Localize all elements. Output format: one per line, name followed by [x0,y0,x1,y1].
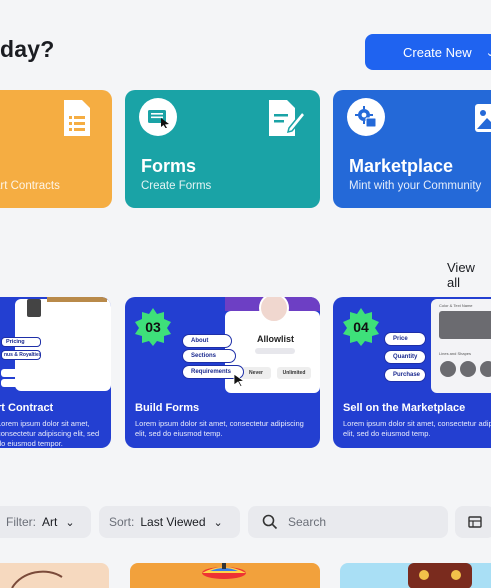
allowlist-title: Allowlist [257,334,295,344]
featured-title: Sell on the Marketplace [343,402,466,414]
category-subtitle: Mint with your Community [349,180,482,192]
featured-card-forms[interactable]: Allowlist Never Unlimited 03 About Secti… [125,297,320,448]
sort-dropdown[interactable]: Sort: Last Viewed ⌄ [99,506,240,538]
category-card-contracts[interactable]: t art Contracts [0,90,112,208]
shape-circle [460,361,476,377]
page-title: day? [0,36,55,62]
create-new-label: Create New [403,44,472,60]
grid-view-toggle[interactable] [455,506,491,538]
editor-label: Lines and Shapes [439,351,472,356]
sort-value: Last Viewed [140,515,206,529]
category-subtitle: art Contracts [0,180,60,192]
mockup-pill-quantity: Quantity [385,351,425,363]
form-edit-icon [269,100,307,136]
featured-card-contract[interactable]: Pricing nus & Royalties rt Contract Lore… [0,297,111,448]
chevron-down-icon: ⌄ [213,516,223,529]
mockup-pill-about: About [183,335,231,347]
document-list-icon [64,100,90,136]
category-card-forms[interactable]: Forms Create Forms [125,90,320,208]
editor-preview [439,311,491,339]
chevron-down-icon: ⌄ [485,46,491,59]
search-input[interactable]: Search [248,506,448,538]
featured-description: Lorem ipsum dolor sit amet, consectetur … [0,419,100,448]
create-new-button[interactable]: Create New ⌄ [365,34,491,70]
nft-thumbnail[interactable] [0,563,109,588]
featured-title: Build Forms [135,402,200,414]
mockup-field [1,379,23,387]
sketch-artwork-icon [11,570,63,588]
mockup-thumbnails [47,297,107,302]
category-card-marketplace[interactable]: Marketplace Mint with your Community [333,90,491,208]
image-gallery-icon [475,104,491,132]
mockup-pill-price: Price [385,333,425,345]
featured-title: rt Contract [0,402,54,414]
step-number: 03 [145,319,161,335]
featured-description: Lorem ipsum dolor sit amet, consectetur … [343,419,491,438]
filter-value: Art [42,515,58,529]
featured-card-marketplace[interactable]: Color & Text Name Lines and Shapes 04 Pr… [333,297,491,448]
propeller-hat-icon [202,563,246,579]
step-number: 04 [353,319,369,335]
mockup-unlimited-button: Unlimited [277,367,311,379]
mockup-field [255,348,295,354]
view-all-link[interactable]: View all [447,260,491,290]
mockup-never-button: Never [241,367,271,379]
filter-dropdown[interactable]: Filter: Art ⌄ [0,506,91,538]
nft-thumbnail[interactable] [130,563,320,588]
mockup-pill-purchase: Purchase [385,369,425,381]
mockup-pricing-label: Pricing [1,337,41,347]
gear-badge-icon [347,98,385,136]
search-icon [262,514,278,530]
featured-description: Lorem ipsum dolor sit amet, consectetur … [135,419,304,438]
form-cursor-icon [139,98,177,136]
nft-thumbnail[interactable] [340,563,491,588]
sort-label: Sort: [109,515,135,529]
mockup-pill-sections: Sections [183,350,235,362]
category-subtitle: Create Forms [141,180,212,192]
filter-label: Filter: [6,515,36,529]
editor-label: Color & Text Name [439,303,473,308]
shape-circle [440,361,456,377]
mockup-field [1,369,31,377]
category-title: Marketplace [349,156,454,176]
cursor-icon [233,373,245,387]
chevron-down-icon: ⌄ [65,516,75,529]
character-artwork-icon [408,563,472,588]
table-view-icon [468,516,482,528]
avatar [27,299,41,317]
mockup-royalties-label: nus & Royalties [1,350,41,360]
shape-circle [480,361,491,377]
category-title: Forms [141,156,197,176]
search-placeholder: Search [288,515,327,529]
